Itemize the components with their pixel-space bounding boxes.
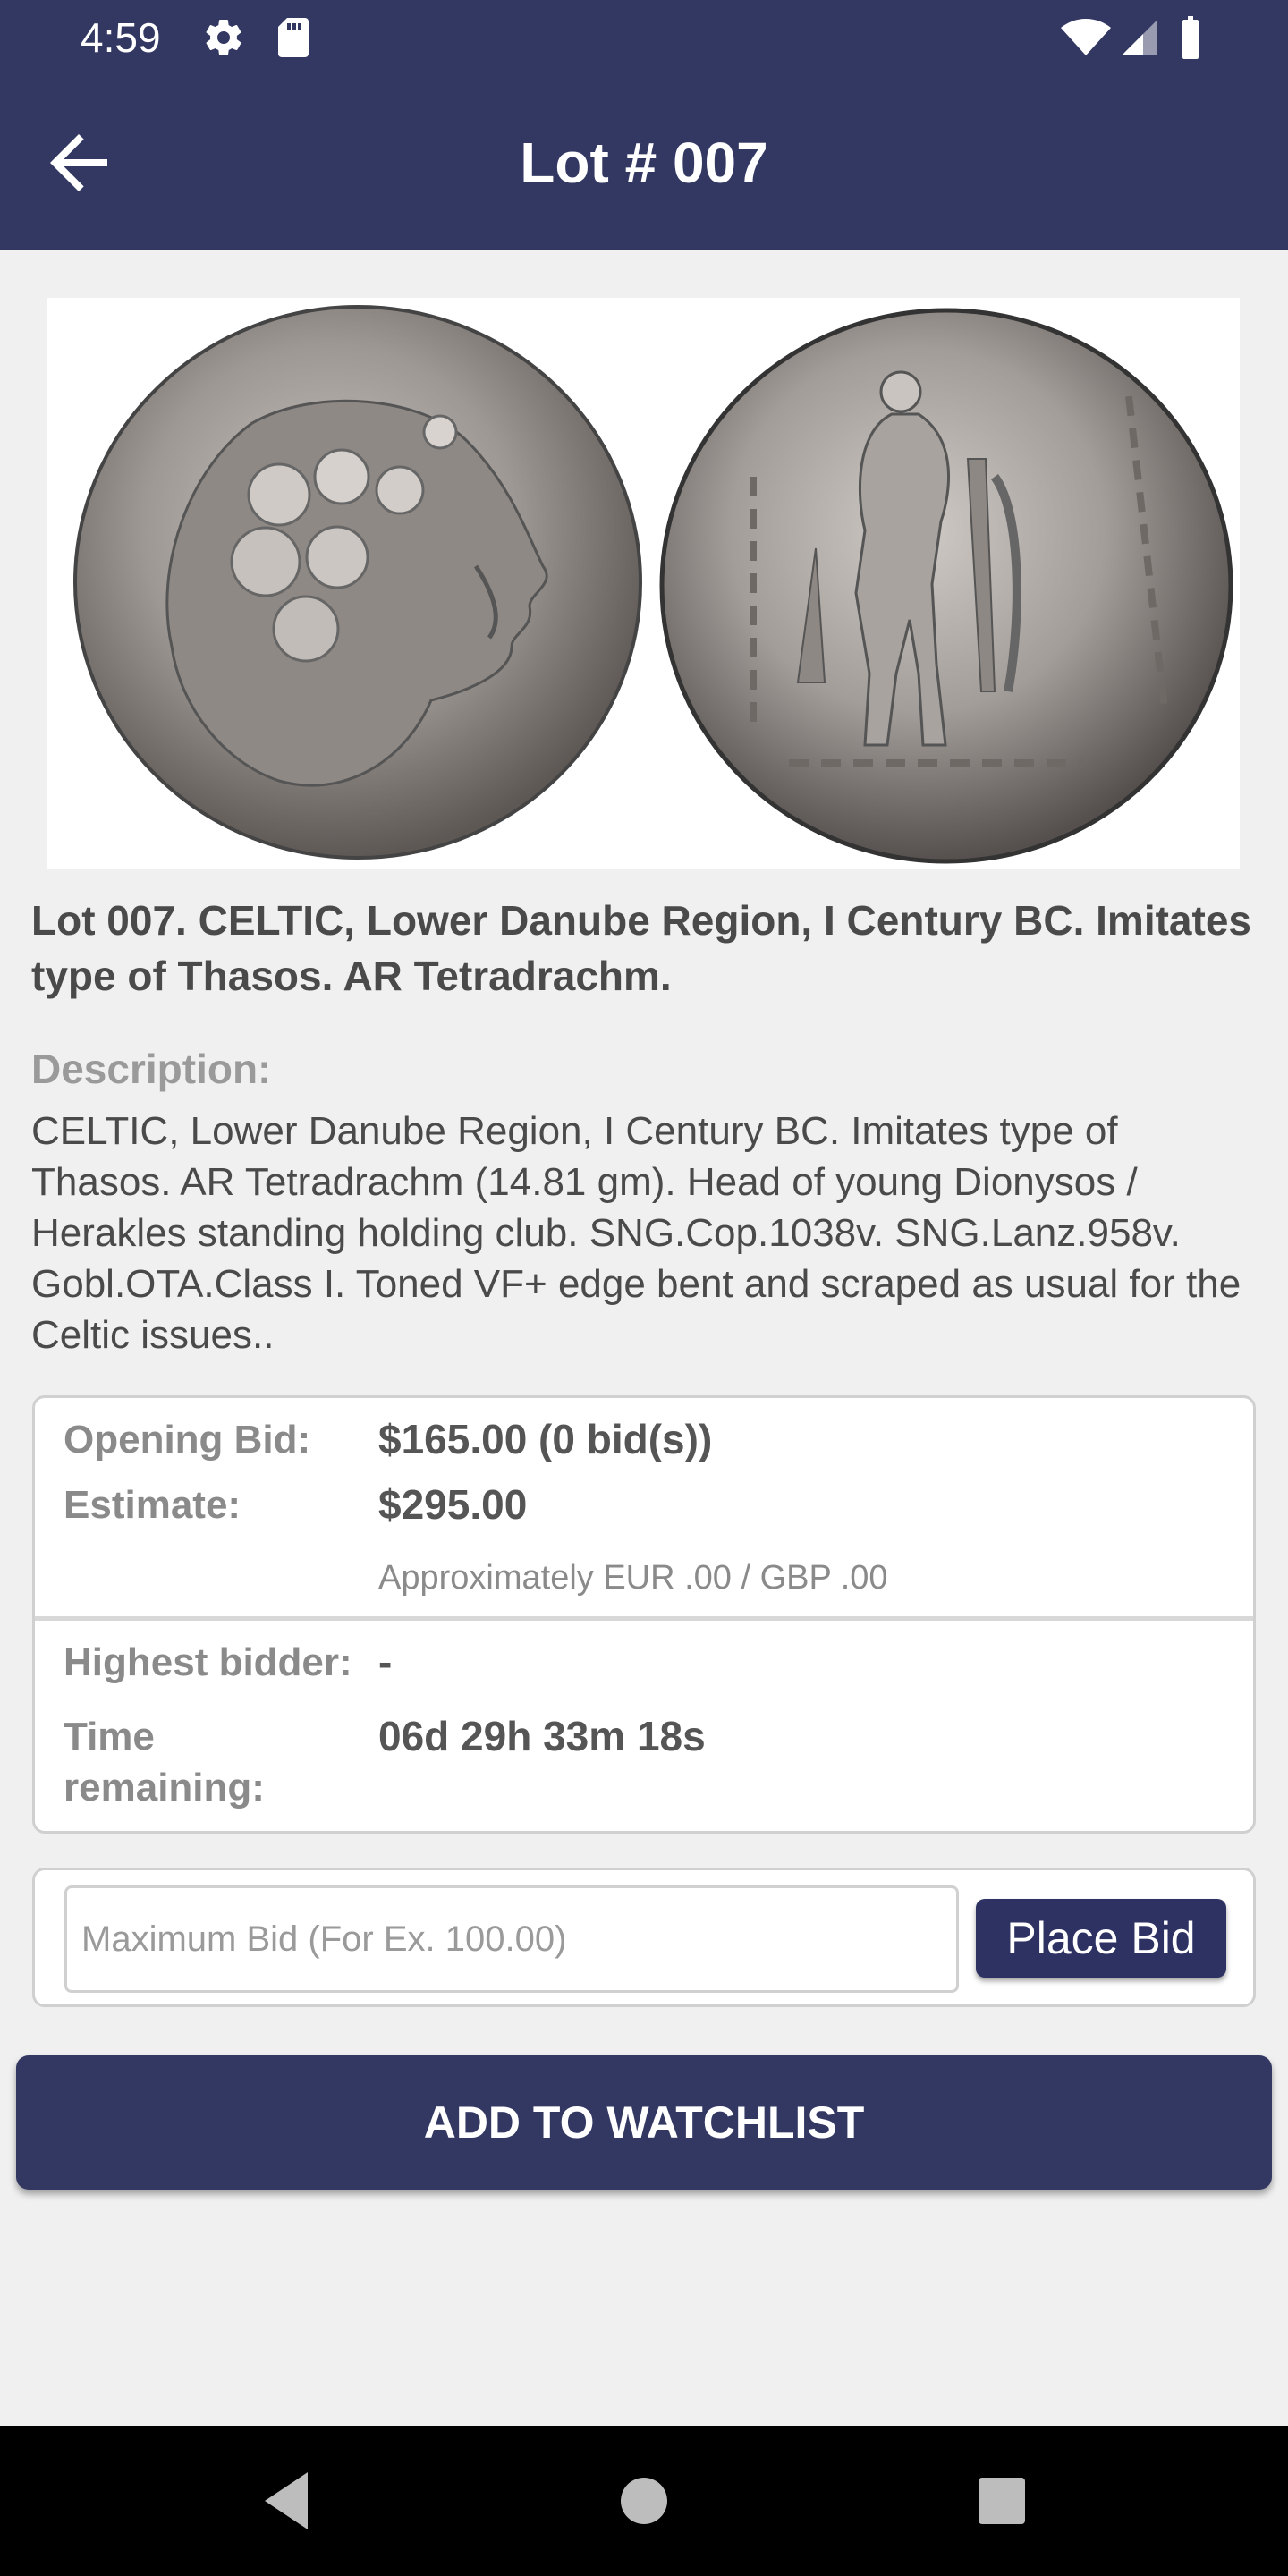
page-title: Lot # 007 xyxy=(520,131,768,195)
highest-bidder-value: - xyxy=(378,1639,393,1685)
back-button[interactable] xyxy=(36,120,122,206)
status-time: 4:59 xyxy=(80,14,161,61)
wifi-icon xyxy=(1061,19,1111,55)
signal-icon xyxy=(1122,20,1157,55)
recents-square-icon[interactable] xyxy=(966,2465,1038,2537)
sd-card-icon xyxy=(278,18,309,57)
home-circle-icon[interactable] xyxy=(608,2465,680,2537)
info-divider xyxy=(35,1616,1253,1621)
description-label: Description: xyxy=(31,1046,272,1092)
arrow-back-icon xyxy=(50,134,107,191)
battery-icon xyxy=(1182,16,1199,59)
lot-title: Lot 007. CELTIC, Lower Danube Region, I … xyxy=(31,897,1251,999)
bid-form-card: Place Bid xyxy=(32,1868,1256,2007)
back-triangle-icon[interactable] xyxy=(250,2465,322,2537)
description-text: CELTIC, Lower Danube Region, I Century B… xyxy=(31,1109,1241,1357)
gear-icon xyxy=(206,20,242,56)
place-bid-button[interactable]: Place Bid xyxy=(976,1899,1226,1978)
app-bar: Lot # 007 xyxy=(0,75,1288,250)
opening-bid-label: Opening Bid: xyxy=(64,1418,311,1462)
estimate-value: $295.00 xyxy=(378,1481,528,1528)
time-remaining-value: 06d 29h 33m 18s xyxy=(378,1713,706,1759)
time-remaining-label: Time remaining: xyxy=(64,1715,265,1809)
status-bar: 4:59 xyxy=(0,0,1288,75)
coin-image[interactable] xyxy=(47,298,1240,869)
approx-currency-note: Approximately EUR .00 / GBP .00 xyxy=(378,1559,888,1597)
max-bid-input[interactable] xyxy=(64,1885,959,1993)
highest-bidder-label: Highest bidder: xyxy=(64,1640,352,1684)
opening-bid-value: $165.00 (0 bid(s)) xyxy=(378,1416,713,1462)
bid-info-card: Opening Bid: $165.00 (0 bid(s)) Estimate… xyxy=(32,1395,1256,1834)
add-to-watchlist-button[interactable]: ADD TO WATCHLIST xyxy=(16,2055,1272,2190)
estimate-label: Estimate: xyxy=(64,1483,242,1527)
system-nav-bar xyxy=(0,2426,1288,2576)
